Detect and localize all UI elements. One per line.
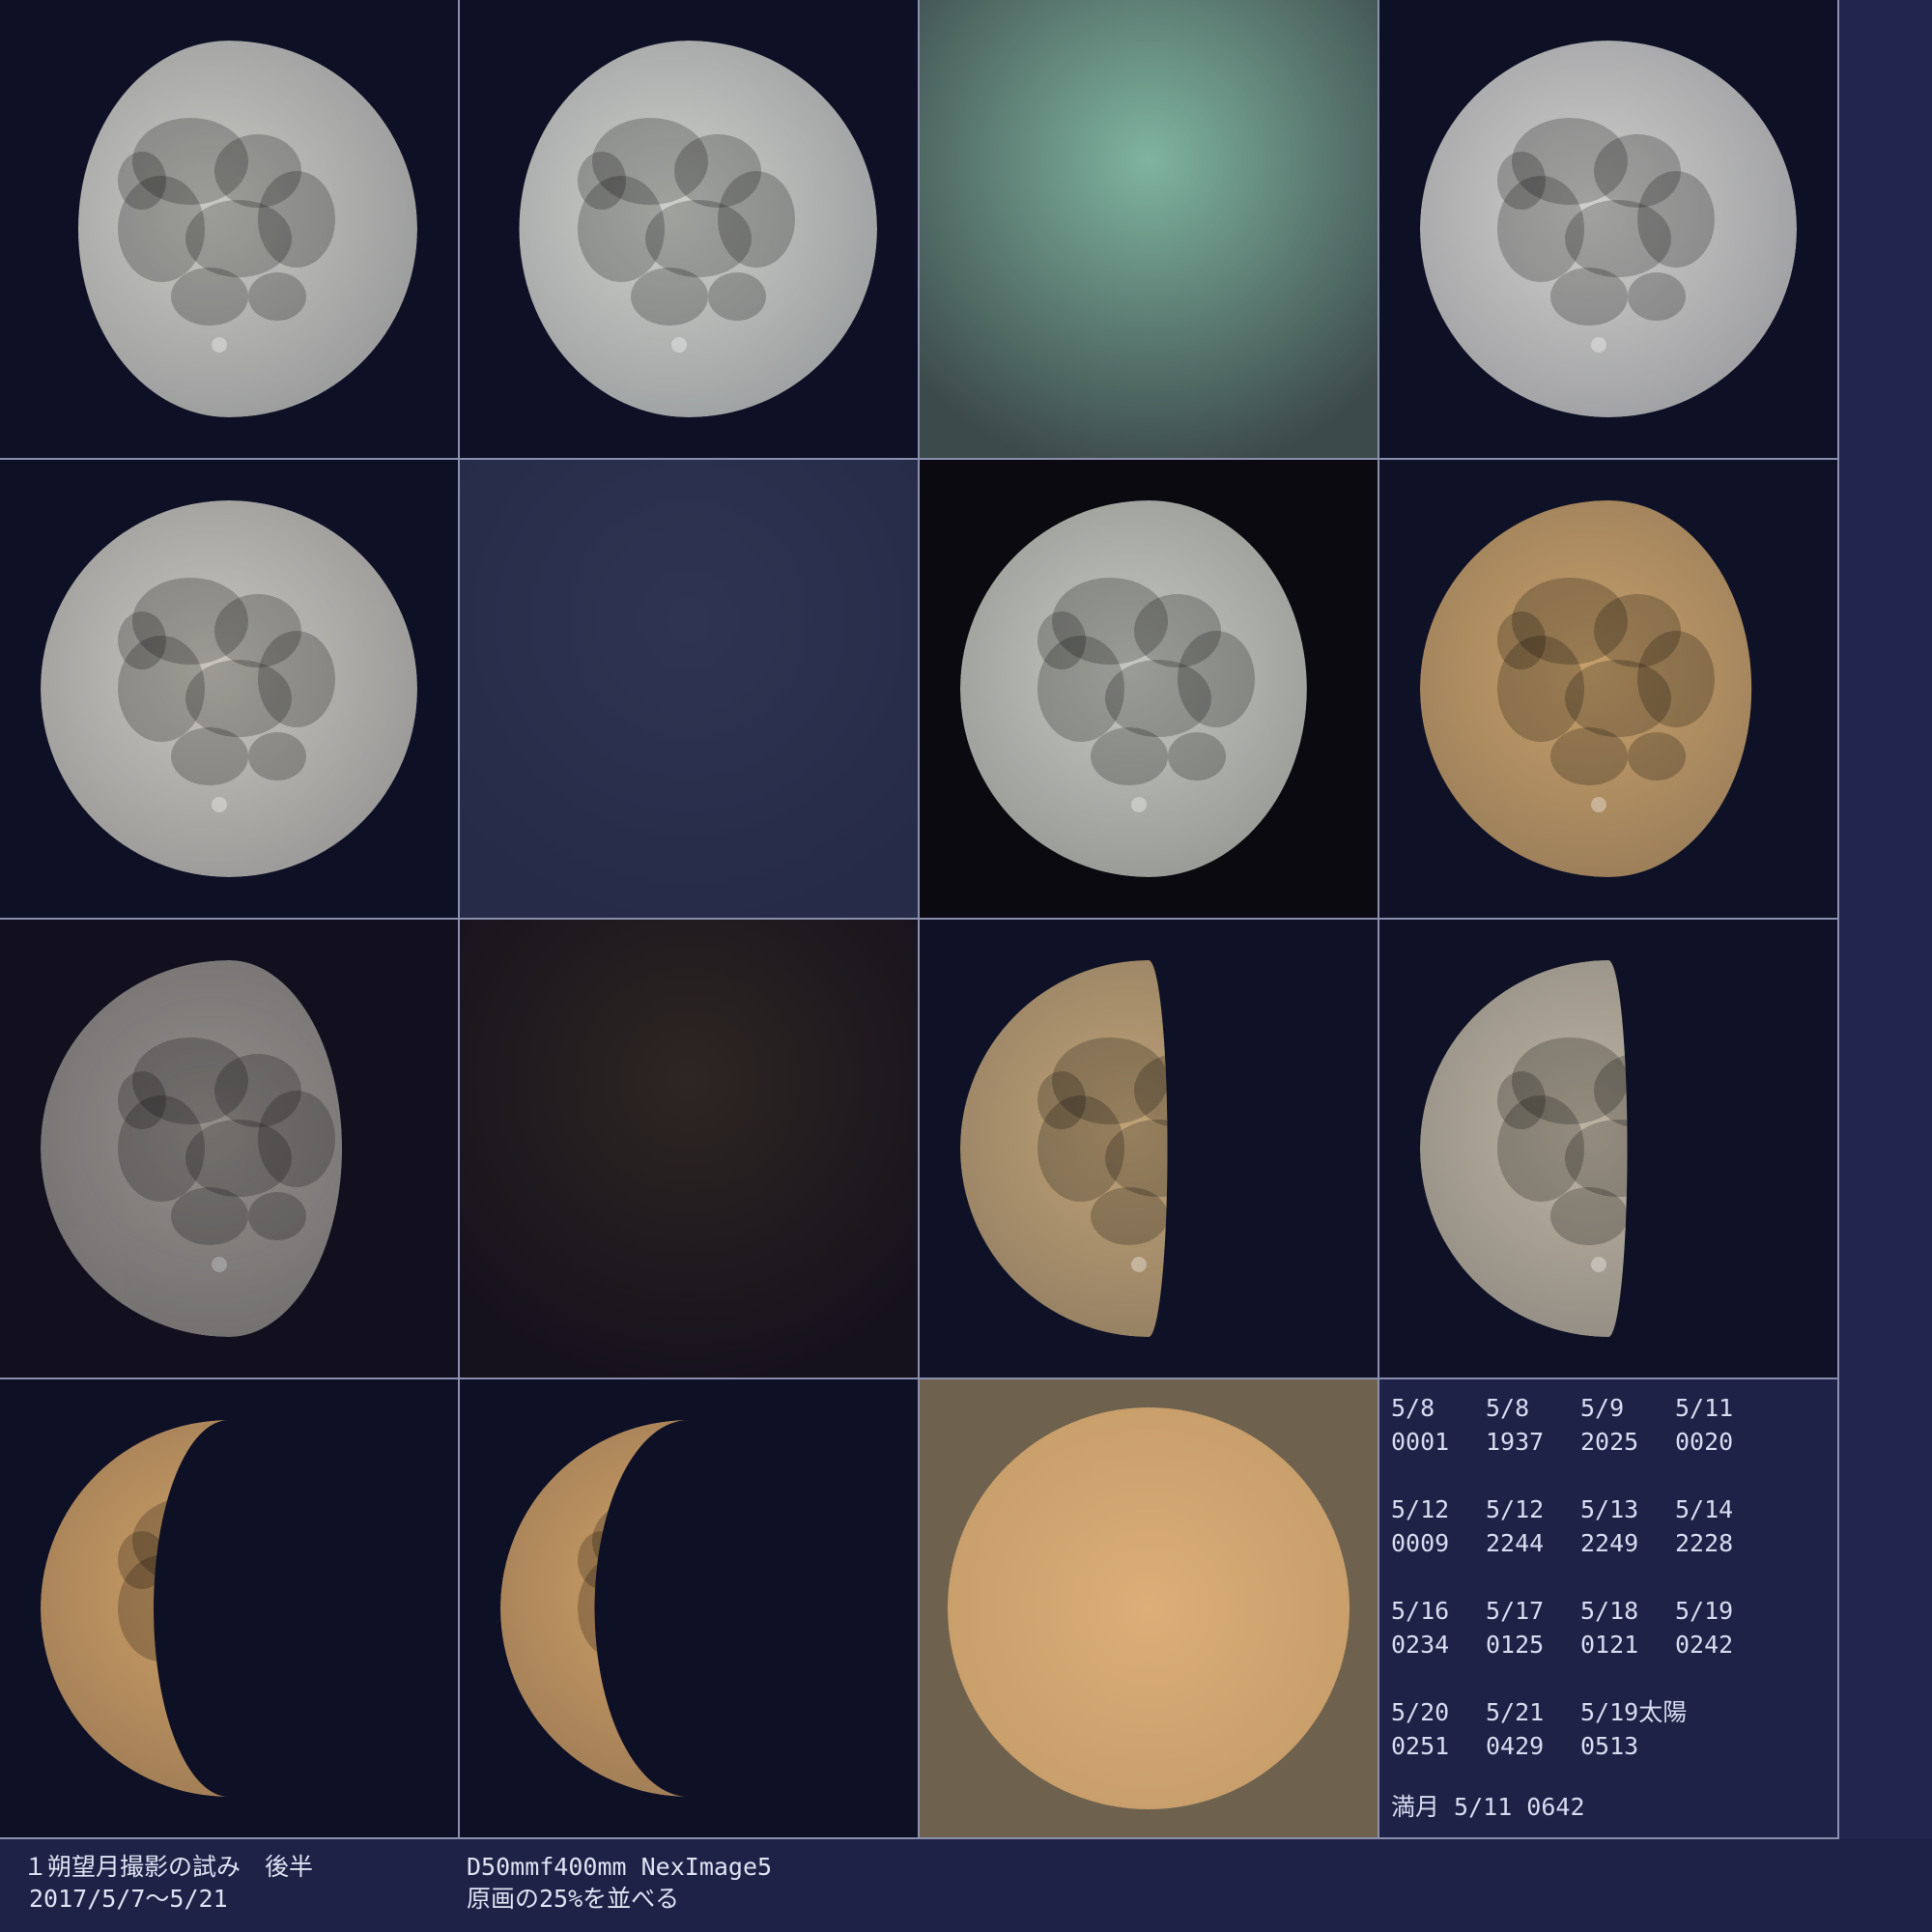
capture-time: 2249 <box>1580 1529 1639 1557</box>
capture-date: 5/8 <box>1391 1394 1435 1422</box>
moon-5-21-0429-image <box>460 1379 918 1837</box>
right-margin-strip <box>1839 0 1932 1839</box>
sky-5-12-2244-image <box>460 460 918 918</box>
capture-time-entry: 5/14 2228 <box>1675 1492 1820 1560</box>
capture-time: 0020 <box>1675 1428 1734 1456</box>
capture-date: 5/16 <box>1391 1597 1450 1625</box>
capture-times-grid: 5/8 0001 5/8 1937 5/9 2025 5/11 0020 5/12 0009 5/1… <box>1391 1391 1826 1763</box>
capture-time-entry: 5/19太陽 0513 <box>1580 1695 1688 1763</box>
capture-date: 5/21 <box>1486 1698 1545 1726</box>
capture-time-entry: 5/16 0234 <box>1391 1594 1486 1662</box>
sun-5-19-0513 <box>920 1379 1378 1837</box>
title-text: １朔望月撮影の試み 後半 <box>23 1853 314 1881</box>
capture-time-entry: 5/21 0429 <box>1486 1695 1580 1763</box>
moon-5-11-0020-image <box>1379 0 1837 458</box>
moon-5-14-2228-image <box>1379 460 1837 918</box>
moon-5-12-0009-image <box>0 460 458 918</box>
capture-time: 2244 <box>1486 1529 1545 1557</box>
capture-date: 5/19太陽 <box>1580 1698 1688 1726</box>
grid-divider <box>0 918 1839 920</box>
sun-5-19-0513-image <box>920 1379 1378 1837</box>
sky-5-17-0125 <box>460 920 918 1378</box>
capture-time-entry: 5/19 0242 <box>1675 1594 1820 1662</box>
moon-5-8-0001 <box>0 0 458 458</box>
capture-time-entry: 5/12 0009 <box>1391 1492 1486 1560</box>
moon-5-19-0242 <box>1379 920 1837 1378</box>
capture-time: 2228 <box>1675 1529 1734 1557</box>
photo-mosaic: 5/8 0001 5/8 1937 5/9 2025 5/11 0020 5/12 0009 5/1… <box>0 0 1932 1932</box>
moon-5-16-0234-image <box>0 920 458 1378</box>
capture-time-entry: 5/11 0020 <box>1675 1391 1820 1459</box>
title-caption: １朔望月撮影の試み 後半 2017/5/7～5/21 <box>23 1851 313 1915</box>
sky-5-12-2244 <box>460 460 918 918</box>
capture-time: 0125 <box>1486 1631 1545 1659</box>
capture-time: 1937 <box>1486 1428 1545 1456</box>
moon-5-20-0251 <box>0 1379 458 1837</box>
grid-divider <box>1837 0 1839 1839</box>
moon-5-8-1937 <box>460 0 918 458</box>
capture-date: 5/11 <box>1675 1394 1734 1422</box>
grid-divider <box>0 458 1839 460</box>
capture-time-entry: 5/8 0001 <box>1391 1391 1486 1459</box>
moon-5-21-0429 <box>460 1379 918 1837</box>
moon-5-8-1937-image <box>460 0 918 458</box>
capture-date: 5/12 <box>1486 1495 1545 1523</box>
capture-time-entry: 5/18 0121 <box>1580 1594 1675 1662</box>
moon-5-8-0001-image <box>0 0 458 458</box>
capture-time-entry: 5/13 2249 <box>1580 1492 1675 1560</box>
capture-time-entry: 5/20 0251 <box>1391 1695 1486 1763</box>
capture-time: 0513 <box>1580 1732 1639 1760</box>
capture-date: 5/9 <box>1580 1394 1625 1422</box>
full-moon-note: 満月 5/11 0642 <box>1391 1793 1585 1821</box>
capture-date: 5/20 <box>1391 1698 1450 1726</box>
moon-5-14-2228 <box>1379 460 1837 918</box>
capture-time-entry: 5/17 0125 <box>1486 1594 1580 1662</box>
moon-5-20-0251-image <box>0 1379 458 1837</box>
sky-5-17-0125-image <box>460 920 918 1378</box>
capture-time-entry: 5/12 2244 <box>1486 1492 1580 1560</box>
moon-5-12-0009 <box>0 460 458 918</box>
moon-5-18-0121-image <box>920 920 1378 1378</box>
capture-time-entry: 5/9 2025 <box>1580 1391 1675 1459</box>
grid-divider <box>918 0 920 1839</box>
capture-time: 0234 <box>1391 1631 1450 1659</box>
capture-time: 2025 <box>1580 1428 1639 1456</box>
capture-date: 5/12 <box>1391 1495 1450 1523</box>
equipment-caption: D50mmf400mm NexImage5 原画の25%を並べる <box>467 1851 772 1915</box>
capture-time: 0251 <box>1391 1732 1450 1760</box>
capture-date: 5/19 <box>1675 1597 1734 1625</box>
capture-time: 0429 <box>1486 1732 1545 1760</box>
grid-divider <box>458 0 460 1839</box>
moon-5-16-0234 <box>0 920 458 1378</box>
moon-5-11-0020 <box>1379 0 1837 458</box>
moon-5-19-0242-image <box>1379 920 1837 1378</box>
capture-time: 0121 <box>1580 1631 1639 1659</box>
grid-divider <box>0 1837 1839 1839</box>
capture-date: 5/17 <box>1486 1597 1545 1625</box>
moon-5-13-2249 <box>920 460 1378 918</box>
scale-note-text: 原画の25%を並べる <box>467 1885 680 1913</box>
capture-date: 5/13 <box>1580 1495 1639 1523</box>
capture-time: 0242 <box>1675 1631 1734 1659</box>
capture-times-panel: 5/8 0001 5/8 1937 5/9 2025 5/11 0020 5/12 0009 5/1… <box>1379 1379 1837 1837</box>
moon-5-18-0121 <box>920 920 1378 1378</box>
capture-time: 0001 <box>1391 1428 1450 1456</box>
capture-time: 0009 <box>1391 1529 1450 1557</box>
sky-5-9-2025 <box>920 0 1378 458</box>
capture-time-entry: 5/8 1937 <box>1486 1391 1580 1459</box>
capture-date: 5/18 <box>1580 1597 1639 1625</box>
sky-5-9-2025-image <box>920 0 1378 458</box>
capture-date: 5/8 <box>1486 1394 1530 1422</box>
date-range-text: 2017/5/7～5/21 <box>29 1885 228 1913</box>
capture-date: 5/14 <box>1675 1495 1734 1523</box>
equipment-text: D50mmf400mm NexImage5 <box>467 1853 773 1881</box>
moon-5-13-2249-image <box>920 460 1378 918</box>
